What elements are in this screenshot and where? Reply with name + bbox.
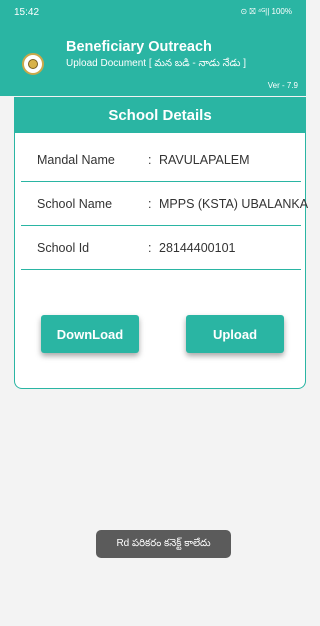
ap-govt-emblem-icon (22, 53, 44, 75)
school-name-colon: : (148, 197, 152, 211)
status-indicators: ⊙ ⛝ ⁴ᴳ|| 100% (240, 7, 292, 16)
school-name-row: School Name : MPPS (KSTA) UBALANKA (21, 182, 308, 226)
card-title: School Details (15, 97, 305, 133)
app-subtitle: Upload Document [ మన బడి - నాడు నేడు ] (66, 58, 247, 69)
app-title: Beneficiary Outreach (66, 39, 212, 55)
mandal-name-label: Mandal Name (37, 153, 115, 167)
toast-message: Rd పరికరం కనెక్ట్ కాలేదు (96, 530, 231, 558)
app-version: Ver - 7.9 (267, 81, 298, 90)
school-id-label: School Id (37, 241, 90, 255)
school-name-value: MPPS (KSTA) UBALANKA (159, 197, 309, 211)
app-bar: Beneficiary Outreach Upload Document [ మ… (0, 24, 306, 96)
status-bar: 15:42 ⊙ ⛝ ⁴ᴳ|| 100% (0, 0, 306, 24)
download-button[interactable]: DownLoad (41, 315, 139, 353)
status-time: 15:42 (14, 6, 40, 18)
school-id-row: School Id : 28144400101 (21, 226, 301, 270)
school-name-label: School Name (37, 197, 113, 211)
school-id-value: 28144400101 (159, 241, 236, 255)
mandal-name-colon: : (148, 153, 152, 167)
mandal-name-row: Mandal Name : RAVULAPALEM (21, 138, 301, 182)
mandal-name-value: RAVULAPALEM (159, 153, 250, 167)
school-details-card: School Details Mandal Name : RAVULAPALEM… (14, 97, 308, 389)
upload-button[interactable]: Upload (186, 315, 284, 353)
school-id-colon: : (148, 241, 152, 255)
